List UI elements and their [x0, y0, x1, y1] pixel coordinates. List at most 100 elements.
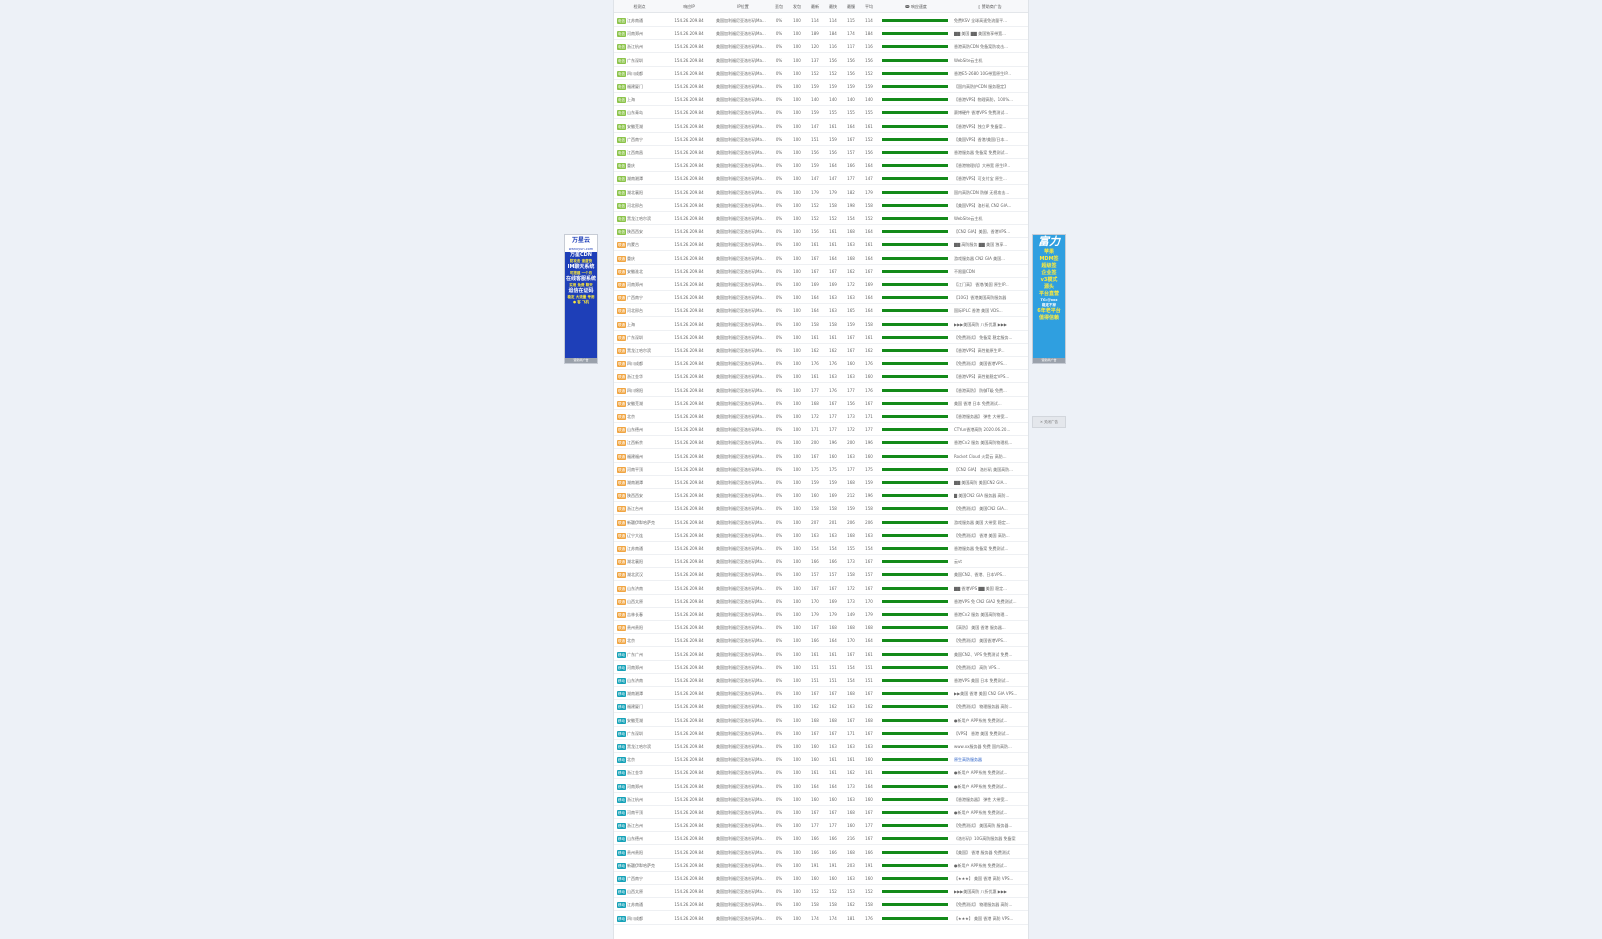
- sponsor-ad-cell[interactable]: 【香港高防】 防御T级 免费...: [954, 384, 1026, 397]
- sponsor-ad-link[interactable]: 香港VPS 免 CN2 GIA2 免费测试...: [954, 599, 1016, 604]
- sponsor-ad-link[interactable]: 原生高防服务器: [954, 757, 982, 762]
- left-sponsor-ad[interactable]: 万星云 wanxyun.com 万星CDN 防攻击 速度快 IM聊天系统 可搭建…: [564, 234, 598, 364]
- sponsor-ad-cell[interactable]: 【香港VPS】可支付宝 原生...: [954, 172, 1026, 185]
- sponsor-ad-link[interactable]: 【★★★】 美国 香港 高防 VPS...: [954, 876, 1013, 881]
- sponsor-ad-link[interactable]: Rocket Cloud 火箭云 高防...: [954, 454, 1007, 459]
- sponsor-ad-cell[interactable]: 【VPS】 香港 美国 免费测试...: [954, 727, 1026, 740]
- sponsor-ad-cell[interactable]: ▇ 美国CN2 GIA 服务器 高防...: [954, 489, 1026, 502]
- sponsor-ad-cell[interactable]: 【美国】 香港 服务器 免费测试: [954, 846, 1026, 859]
- sponsor-ad-cell[interactable]: 原生高防服务器: [954, 753, 1026, 766]
- close-ads-button[interactable]: ✕ 关闭广告: [1032, 416, 1066, 428]
- sponsor-ad-cell[interactable]: 美国CN2、VPS 免费测试 免费...: [954, 648, 1026, 661]
- sponsor-ad-cell[interactable]: 香港Cn2 服务 美国高防物理...: [954, 608, 1026, 621]
- sponsor-ad-cell[interactable]: ●新用户 APP系统 免费测试...: [954, 859, 1026, 872]
- sponsor-ad-cell[interactable]: ●新用户 APP系统 免费测试...: [954, 714, 1026, 727]
- sponsor-ad-link[interactable]: 香港VPS 美国 日本 免费测试...: [954, 678, 1009, 683]
- sponsor-ad-cell[interactable]: Rocket Cloud 火箭云 高防...: [954, 450, 1026, 463]
- sponsor-ad-link[interactable]: ▇▇ 高防服务 ▇▇ 美国 独享...: [954, 242, 1007, 247]
- sponsor-ad-cell[interactable]: 美国CN2、香港、日本VPS...: [954, 568, 1026, 581]
- sponsor-ad-link[interactable]: 香港服务器 免备案 免费测试...: [954, 150, 1008, 155]
- sponsor-ad-cell[interactable]: 【香港服务器】 弹性 大带宽...: [954, 793, 1026, 806]
- sponsor-ad-link[interactable]: WebSite云主机: [954, 216, 982, 221]
- sponsor-ad-cell[interactable]: 【CN2 GIA】 洛杉矶 美国高防...: [954, 463, 1026, 476]
- sponsor-ad-cell[interactable]: 【香港VPS】高性能原生IP...: [954, 344, 1026, 357]
- sponsor-ad-link[interactable]: 【免费测试】 美国香港VPS...: [954, 638, 1007, 643]
- sponsor-ad-cell[interactable]: 【免费测试】 美国CN2 GIA...: [954, 502, 1026, 515]
- sponsor-ad-cell[interactable]: 不限量CDN: [954, 265, 1026, 278]
- sponsor-ad-cell[interactable]: 【香港VPS】物理高防，100%...: [954, 93, 1026, 106]
- sponsor-ad-cell[interactable]: 【免费测试】 高防 VPS...: [954, 661, 1026, 674]
- sponsor-ad-link[interactable]: 香港服务器 免备案 免费测试...: [954, 546, 1008, 551]
- sponsor-ad-cell[interactable]: WebSite云主机: [954, 54, 1026, 67]
- sponsor-ad-link[interactable]: 不限量CDN: [954, 269, 975, 274]
- sponsor-ad-cell[interactable]: ▇▇ 香港VPS ▇▇ 美国 稳定...: [954, 582, 1026, 595]
- sponsor-ad-cell[interactable]: 【★★★】 美国 香港 高防 VPS...: [954, 872, 1026, 885]
- sponsor-ad-cell[interactable]: 【免费测试】 美国高防 服务器...: [954, 819, 1026, 832]
- sponsor-ad-cell[interactable]: ●新用户 APP系统 免费测试...: [954, 766, 1026, 779]
- sponsor-ad-link[interactable]: 【免费测试】 物理服务器 高防...: [954, 704, 1012, 709]
- sponsor-ad-link[interactable]: 【免费测试】 高防 VPS...: [954, 665, 1000, 670]
- sponsor-ad-link[interactable]: WebSite云主机: [954, 58, 982, 63]
- sponsor-ad-cell[interactable]: CTYun香港高防 2020.06.20...: [954, 423, 1026, 436]
- sponsor-ad-cell[interactable]: ▶▶美国 香港 美国 CN2 GIA VPS...: [954, 687, 1026, 700]
- sponsor-ad-cell[interactable]: 【香港VPS】独立IP 免备案...: [954, 120, 1026, 133]
- sponsor-ad-cell[interactable]: 【CN2 GIA】美国、香港VPS...: [954, 225, 1026, 238]
- sponsor-ad-link[interactable]: ▶▶▶美国高防 八折优惠 ▶▶▶: [954, 322, 1007, 327]
- sponsor-ad-link[interactable]: 【香港VPS】高性能稳定VPS...: [954, 374, 1009, 379]
- sponsor-ad-link[interactable]: 游戏服务器 CN2 GIA 美国...: [954, 256, 1005, 261]
- sponsor-ad-link[interactable]: www.xx服务器 免费 国内高防...: [954, 744, 1012, 749]
- sponsor-ad-cell[interactable]: ▇▇ 美国高防 美国CN2 GIA...: [954, 476, 1026, 489]
- sponsor-ad-link[interactable]: 【免费测试】 美国高防 服务器...: [954, 823, 1012, 828]
- sponsor-ad-link[interactable]: 美国CN2、香港、日本VPS...: [954, 572, 1006, 577]
- sponsor-ad-link[interactable]: 【国内高防护CDN 服务稳定】: [954, 84, 1008, 89]
- sponsor-ad-cell[interactable]: www.xx服务器 免费 国内高防...: [954, 740, 1026, 753]
- sponsor-ad-cell[interactable]: 游戏服务器 美国 大带宽 稳定...: [954, 516, 1026, 529]
- sponsor-ad-cell[interactable]: ●新用户 APP系统 免费测试...: [954, 780, 1026, 793]
- sponsor-ad-link[interactable]: 《洛杉矶》10G高防服务器 免备案: [954, 836, 1015, 841]
- sponsor-ad-link[interactable]: 【★★★】 美国 香港 高防 VPS...: [954, 916, 1013, 921]
- sponsor-ad-link[interactable]: ▶▶美国 香港 美国 CN2 GIA VPS...: [954, 691, 1017, 696]
- sponsor-ad-link[interactable]: 【美国VPS】洛杉矶 CN2 GIA...: [954, 203, 1011, 208]
- sponsor-ad-cell[interactable]: 香港Cn2 服务 美国高防物理机...: [954, 436, 1026, 449]
- sponsor-ad-cell[interactable]: 国内高防CDN 防御 无视攻击...: [954, 186, 1026, 199]
- sponsor-ad-cell[interactable]: ▶▶▶美国高防 八折优惠 ▶▶▶: [954, 885, 1026, 898]
- sponsor-ad-link[interactable]: CTYun香港高防 2020.06.20...: [954, 427, 1010, 432]
- sponsor-ad-link[interactable]: 【香港物理机】大带宽 原生IP...: [954, 163, 1010, 168]
- sponsor-ad-cell[interactable]: 香港服务器 免备案 免费测试...: [954, 542, 1026, 555]
- sponsor-ad-cell[interactable]: 【美国VPS】洛杉矶 CN2 GIA...: [954, 199, 1026, 212]
- sponsor-ad-link[interactable]: 国际IPLC 香港 美国 VDS...: [954, 308, 1003, 313]
- sponsor-ad-link[interactable]: 【美国】 香港 服务器 免费测试: [954, 850, 1010, 855]
- sponsor-ad-cell[interactable]: 【10G】香港美国高防服务器: [954, 291, 1026, 304]
- sponsor-ad-link[interactable]: ●新用户 APP系统 免费测试...: [954, 863, 1007, 868]
- sponsor-ad-cell[interactable]: 【美国VPS】香港/美国/日本...: [954, 133, 1026, 146]
- sponsor-ad-cell[interactable]: 【国内高防护CDN 服务稳定】: [954, 80, 1026, 93]
- sponsor-ad-cell[interactable]: 《洛杉矶》10G高防服务器 免备案: [954, 832, 1026, 845]
- sponsor-ad-link[interactable]: ▇ 美国CN2 GIA 服务器 高防...: [954, 493, 1009, 498]
- sponsor-ad-link[interactable]: 【高防】 美国 香港 服务器...: [954, 625, 1006, 630]
- sponsor-ad-link[interactable]: 【CN2 GIA】美国、香港VPS...: [954, 229, 1010, 234]
- sponsor-ad-cell[interactable]: 香港VPS 美国 日本 免费测试...: [954, 674, 1026, 687]
- sponsor-ad-link[interactable]: 香港Cn2 服务 美国高防物理...: [954, 612, 1008, 617]
- sponsor-ad-link[interactable]: ●新用户 APP系统 免费测试...: [954, 784, 1007, 789]
- sponsor-ad-link[interactable]: 【香港VPS】独立IP 免备案...: [954, 124, 1006, 129]
- sponsor-ad-link[interactable]: 【免费测试】 美国CN2 GIA...: [954, 506, 1008, 511]
- sponsor-ad-cell[interactable]: 【免费测试】 物理服务器 高防...: [954, 700, 1026, 713]
- sponsor-ad-cell[interactable]: ▇▇ 高防服务 ▇▇ 美国 独享...: [954, 238, 1026, 251]
- sponsor-ad-cell[interactable]: 香港服务器 免备案 免费测试...: [954, 146, 1026, 159]
- sponsor-ad-cell[interactable]: 香港高防CDN 免备案防攻击...: [954, 40, 1026, 53]
- sponsor-ad-link[interactable]: 云vt: [954, 559, 962, 564]
- sponsor-ad-cell[interactable]: 【免费测试】 美国香港VPS...: [954, 634, 1026, 647]
- sponsor-ad-cell[interactable]: 【免费测试】 香港 美国 高防...: [954, 529, 1026, 542]
- sponsor-ad-link[interactable]: 免费KSV 全球高速免流量平...: [954, 18, 1007, 23]
- sponsor-ad-cell[interactable]: 游戏服务器 CN2 GIA 美国...: [954, 252, 1026, 265]
- sponsor-ad-cell[interactable]: ▇▇ 美国 ▇▇ 美国独享带宽...: [954, 27, 1026, 40]
- sponsor-ad-link[interactable]: 香港E5-2680 10G带宽原生IP...: [954, 71, 1011, 76]
- sponsor-ad-link[interactable]: 【江门高】 香港/美国 原生IP...: [954, 282, 1009, 287]
- sponsor-ad-cell[interactable]: 香港VPS 免 CN2 GIA2 免费测试...: [954, 595, 1026, 608]
- sponsor-ad-cell[interactable]: 国际IPLC 香港 美国 VDS...: [954, 304, 1026, 317]
- sponsor-ad-cell[interactable]: 美国 香港 日本 免费测试...: [954, 397, 1026, 410]
- sponsor-ad-link[interactable]: 【香港高防】 防御T级 免费...: [954, 388, 1007, 393]
- sponsor-ad-cell[interactable]: 【★★★】 美国 香港 高防 VPS...: [954, 912, 1026, 925]
- sponsor-ad-cell[interactable]: 【香港VPS】高性能稳定VPS...: [954, 370, 1026, 383]
- sponsor-ad-link[interactable]: ●新用户 APP系统 免费测试...: [954, 810, 1007, 815]
